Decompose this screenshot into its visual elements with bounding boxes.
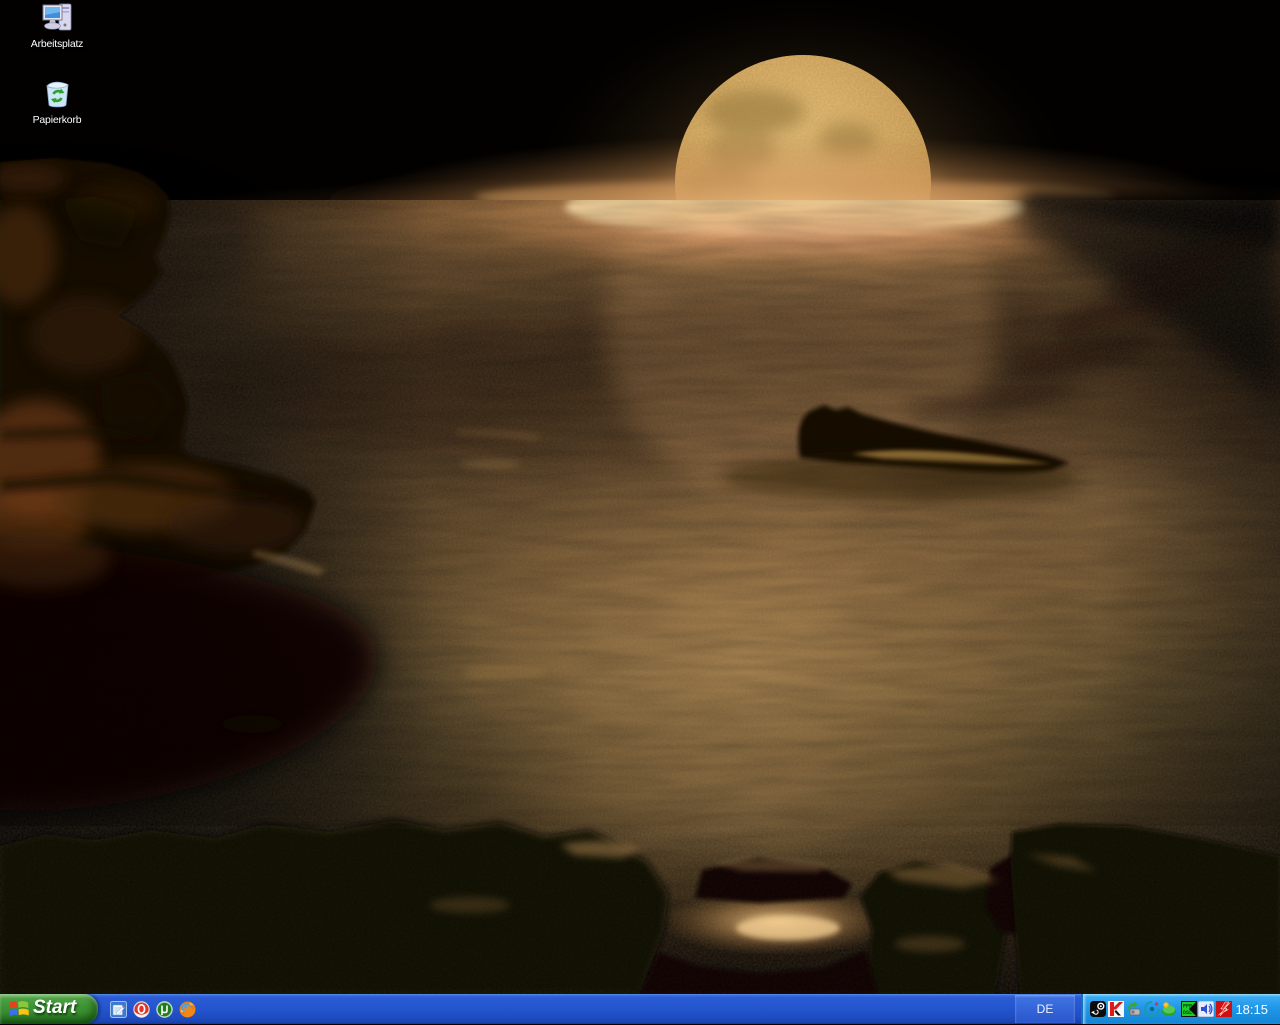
svg-text:PPP: PPP bbox=[1183, 1004, 1192, 1010]
svg-text:DSL: DSL bbox=[1183, 1010, 1192, 1016]
